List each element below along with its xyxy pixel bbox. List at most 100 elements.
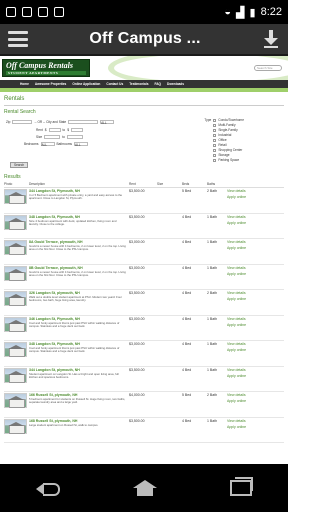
nav-home[interactable]: Home [20, 82, 29, 86]
view-details-link[interactable]: View details [227, 266, 284, 270]
property-rent: $3,000.00 [129, 240, 145, 244]
type-checkbox[interactable] [213, 119, 217, 122]
menu-icon[interactable] [8, 31, 28, 47]
nav-online-application[interactable]: Online Application [72, 82, 100, 86]
table-row: 166 Russell St, plymouth, NH 5 bedroom ap… [4, 392, 284, 418]
property-photo[interactable] [4, 393, 27, 408]
property-beds: 4 Bed [182, 214, 192, 219]
zip-input[interactable] [12, 120, 33, 124]
download-button[interactable] [262, 30, 280, 48]
type-option: Parking Space [218, 158, 240, 162]
property-baths: 1 Bath [207, 316, 218, 321]
property-address[interactable]: 8B Gould Terrace, plymouth, NH [29, 266, 126, 270]
property-photo[interactable] [4, 367, 27, 383]
rent-min-select[interactable] [48, 128, 61, 132]
view-details-link[interactable]: View details [227, 368, 284, 372]
property-photo[interactable] [4, 316, 27, 332]
property-beds: 4 Bed [182, 240, 192, 244]
home-icon[interactable] [132, 480, 157, 496]
type-checkbox[interactable] [213, 144, 217, 147]
property-rent: $3,000.00 [129, 265, 145, 270]
table-row: 344 Langdon St, plymouth, NH Student apar… [4, 367, 284, 392]
rental-search-heading: Rental Search [4, 109, 36, 115]
property-baths: 1 Bath [207, 214, 218, 219]
property-photo[interactable] [4, 418, 27, 434]
view-details-link[interactable]: View details [227, 342, 284, 346]
type-checkbox[interactable] [213, 154, 217, 157]
property-beds: 4 Bed [182, 418, 192, 423]
property-photo[interactable] [4, 214, 27, 230]
apply-online-link[interactable]: Apply online [227, 374, 284, 378]
property-baths: 2 Bath [207, 189, 218, 193]
webview[interactable]: Off Campus Rentals STUDENT APARTMENTS Se… [0, 56, 288, 512]
property-rent: $3,500.00 [129, 214, 145, 219]
system-nav-bar [0, 464, 288, 512]
type-checkbox[interactable] [213, 149, 217, 152]
apply-online-link[interactable]: Apply online [227, 221, 284, 225]
signal-icon: ▟ [236, 6, 245, 19]
property-photo[interactable] [4, 189, 27, 204]
property-address[interactable]: 168 Russell St, plymouth, NH [29, 419, 126, 423]
view-details-link[interactable]: View details [227, 291, 284, 295]
size-max-input[interactable] [66, 135, 83, 139]
view-details-link[interactable]: View details [227, 189, 284, 193]
property-photo[interactable] [4, 240, 27, 255]
app-title: Off Campus ... [89, 30, 201, 47]
recent-apps-icon[interactable] [229, 477, 253, 496]
rent-max-select[interactable] [70, 128, 83, 132]
bathrooms-select[interactable]: ALL [73, 142, 88, 147]
back-icon[interactable] [36, 481, 61, 496]
size-min-input[interactable] [44, 135, 61, 139]
nav-faq[interactable]: FAQ [154, 82, 161, 86]
search-button[interactable]: Search [10, 162, 29, 168]
view-details-link[interactable]: View details [227, 393, 284, 397]
sd-card-icon [22, 7, 32, 17]
property-rent: $3,500.00 [129, 418, 145, 423]
nav-awesome-properties[interactable]: Awesome Properties [35, 82, 66, 86]
nav-contact-us[interactable]: Contact Us [106, 82, 123, 86]
type-checkbox[interactable] [213, 124, 217, 127]
property-beds: 5 Bed [182, 189, 192, 193]
rental-search-form: Zip -- OR -- City and State ALL Rent $ t… [4, 118, 284, 168]
apply-online-link[interactable]: Apply online [227, 348, 284, 352]
property-description: Walk out a double level student apartmen… [29, 295, 122, 303]
rent-label: Rent [36, 128, 43, 132]
rent-max-prefix: $ [67, 128, 69, 132]
view-details-link[interactable]: View details [227, 215, 284, 219]
nav-testimonials[interactable]: Testimonials [129, 82, 148, 86]
voicemail-icon [38, 7, 48, 17]
rent-to-label: to [62, 128, 66, 132]
property-photo[interactable] [4, 291, 27, 306]
nav-downloads[interactable]: Downloads [167, 82, 184, 86]
view-details-link[interactable]: View details [227, 419, 284, 423]
apply-online-link[interactable]: Apply online [227, 272, 284, 276]
property-photo[interactable] [4, 265, 27, 281]
type-checkbox[interactable] [213, 159, 217, 162]
apply-online-link[interactable]: Apply online [227, 425, 284, 429]
apply-online-link[interactable]: Apply online [227, 399, 284, 403]
property-address[interactable]: 348 Langdon St, Plymouth, NH [29, 215, 126, 219]
city-input[interactable] [68, 120, 99, 124]
property-photo[interactable] [4, 342, 27, 357]
apply-online-link[interactable]: Apply online [227, 323, 284, 327]
property-baths: 2 Bath [207, 393, 218, 397]
site-logo[interactable]: Off Campus Rentals STUDENT APARTMENTS [2, 59, 90, 77]
apply-online-link[interactable]: Apply online [227, 246, 284, 250]
property-description: Gould is a newer house with 4 bedrooms, … [29, 269, 126, 277]
type-checkbox[interactable] [213, 134, 217, 137]
site-search-input[interactable]: Search Site [254, 65, 282, 71]
view-details-link[interactable]: View details [227, 317, 284, 321]
bedrooms-label: Bedrooms [24, 142, 39, 146]
property-rent: $4,000.00 [129, 393, 145, 397]
type-checkbox[interactable] [213, 139, 217, 142]
property-address[interactable]: 344 Langdon St, plymouth, NH [29, 368, 126, 372]
type-checkbox[interactable] [213, 129, 217, 132]
property-address[interactable]: 346 Langdon St, Plymouth, NH [29, 317, 126, 321]
state-select[interactable]: ALL [100, 120, 115, 125]
view-details-link[interactable]: View details [227, 240, 284, 244]
property-rent: $3,500.00 [129, 291, 145, 295]
apply-online-link[interactable]: Apply online [227, 195, 284, 199]
property-baths: 1 Bath [207, 367, 218, 372]
apply-online-link[interactable]: Apply online [227, 297, 284, 301]
bedrooms-select[interactable]: ALL [40, 142, 55, 147]
